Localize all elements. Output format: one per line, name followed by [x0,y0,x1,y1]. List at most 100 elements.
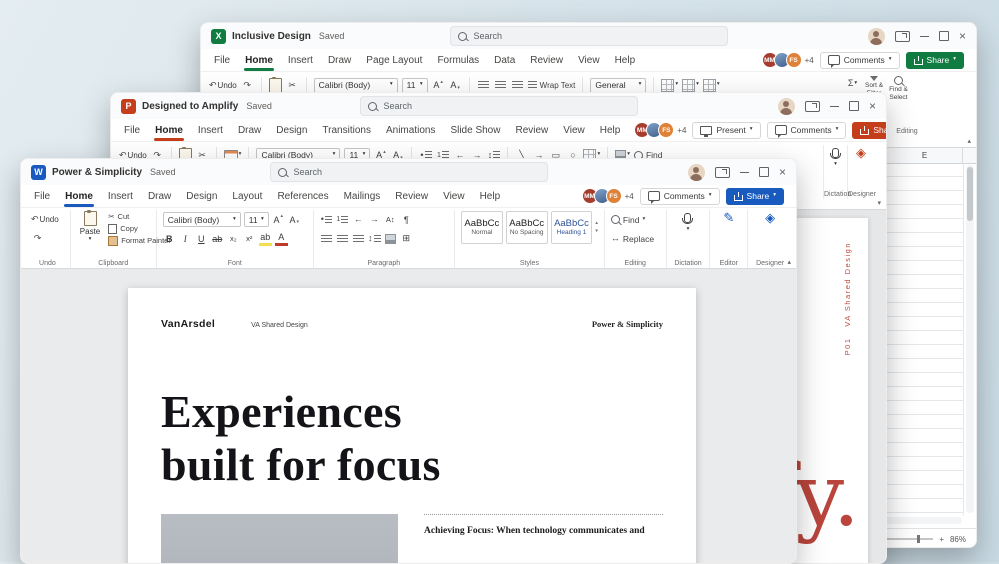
style-heading-1[interactable]: AaBbCc Heading 1 [550,211,593,244]
redo-button[interactable]: ↷ [31,231,44,246]
collaborator-avatars[interactable]: MM FS +4 [581,188,634,204]
undo-button[interactable]: ↶ Undo [31,212,59,227]
meet-now-icon[interactable] [894,30,910,42]
align-right-button[interactable] [352,231,365,246]
collapse-ribbon-button[interactable]: ▴ [787,258,791,266]
account-avatar[interactable] [867,27,885,45]
align-middle-button[interactable] [494,78,507,93]
wrap-text-button[interactable]: Wrap Text [527,80,575,91]
tab-insert[interactable]: Insert [107,188,134,205]
excel-search-input[interactable] [471,30,720,42]
dictate-button[interactable]: ▾ [830,146,841,168]
tab-review[interactable]: Review [514,122,549,139]
comments-button[interactable]: Comments ▾ [766,121,847,139]
paste-button[interactable] [268,76,282,93]
collaborator-avatars[interactable]: MM FS +4 [761,52,814,68]
tab-review[interactable]: Review [394,188,429,205]
increase-indent-button[interactable]: → [368,212,381,227]
close-button[interactable]: × [959,30,966,42]
tab-help[interactable]: Help [479,188,502,205]
account-avatar[interactable] [687,163,705,181]
close-button[interactable]: × [779,166,786,178]
minimize-button[interactable] [739,171,749,173]
dictate-button[interactable]: ▾ [682,211,694,233]
shrink-font-button[interactable]: A▾ [288,212,301,227]
align-left-button[interactable] [320,231,333,246]
tab-formulas[interactable]: Formulas [436,52,480,69]
account-avatar[interactable] [777,97,795,115]
tab-file[interactable]: File [213,52,231,69]
tab-draw[interactable]: Draw [237,122,262,139]
conditional-formatting-button[interactable]: ▾ [661,78,678,93]
cut-button[interactable]: ✂ [286,78,299,93]
shading-button[interactable] [384,231,397,246]
tab-animations[interactable]: Animations [385,122,436,139]
word-search-input[interactable] [291,166,540,178]
tab-slide-show[interactable]: Slide Show [449,122,501,139]
align-top-button[interactable] [477,78,490,93]
avatar[interactable]: FS [785,52,802,68]
maximize-button[interactable] [848,101,859,111]
tab-insert[interactable]: Insert [287,52,314,69]
meet-now-icon[interactable] [804,100,820,112]
font-size-select[interactable]: 11 ▾ [243,212,269,227]
minimize-button[interactable] [829,105,839,107]
styles-scroll-up[interactable]: ▴ [595,221,598,226]
tab-draw[interactable]: Draw [147,188,172,205]
maximize-button[interactable] [758,167,769,177]
tab-layout[interactable]: Layout [231,188,263,205]
style-normal[interactable]: AaBbCc Normal [460,211,503,244]
sort-button[interactable]: A↕ [384,212,397,227]
scrollbar-thumb[interactable] [967,167,973,221]
zoom-in-button[interactable]: + [939,535,944,544]
tab-design[interactable]: Design [275,122,308,139]
zoom-level[interactable]: 86% [950,535,966,544]
tab-view[interactable]: View [442,188,466,205]
avatar-overflow-count[interactable]: +4 [625,192,634,201]
tab-review[interactable]: Review [529,52,564,69]
document-page[interactable]: VanArsdel VA Shared Design Power & Simpl… [128,288,696,563]
powerpoint-titlebar[interactable]: P Designed to Amplify Saved × [111,93,886,119]
avatar[interactable]: FS [658,122,675,138]
editor-button[interactable]: ✎ [723,211,734,224]
numbering-button[interactable]: 1 [336,212,349,227]
tab-references[interactable]: References [276,188,329,205]
tab-file[interactable]: File [123,122,141,139]
tab-home[interactable]: Home [244,52,274,71]
font-color-button[interactable]: A [274,231,288,246]
designer-button[interactable]: ◈ [856,146,866,159]
word-search-box[interactable] [269,162,548,182]
style-no-spacing[interactable]: AaBbCc No Spacing [505,211,548,244]
present-button[interactable]: Present ▾ [692,121,761,139]
share-button[interactable]: Share▾ [725,187,784,205]
collapse-ribbon-button[interactable]: ▾ [877,199,881,207]
grow-font-button[interactable]: A ▴ [272,212,285,227]
tab-view[interactable]: View [562,122,586,139]
cell-styles-button[interactable]: ▾ [702,78,720,93]
tab-transitions[interactable]: Transitions [321,122,372,139]
bullets-button[interactable]: • [320,212,333,227]
excel-search-box[interactable] [449,26,728,46]
tab-help[interactable]: Help [614,52,637,69]
tab-mailings[interactable]: Mailings [343,188,382,205]
underline-button[interactable]: U [195,231,208,246]
tab-home[interactable]: Home [64,188,94,207]
collapse-ribbon-button[interactable]: ▴ [967,137,971,145]
tab-view[interactable]: View [577,52,601,69]
undo-button[interactable]: ↶ Undo [209,78,237,93]
bold-button[interactable]: B [163,231,176,246]
styles-scroll-down[interactable]: ▾ [595,229,598,234]
powerpoint-search-input[interactable] [381,100,630,112]
avatar-overflow-count[interactable]: +4 [677,126,686,135]
tab-insert[interactable]: Insert [197,122,224,139]
vertical-scrollbar[interactable] [966,165,974,513]
close-button[interactable]: × [869,100,876,112]
shrink-font-button[interactable]: A▾ [449,78,462,93]
powerpoint-search-box[interactable] [359,96,638,116]
word-titlebar[interactable]: W Power & Simplicity Saved × [21,159,796,185]
avatar-overflow-count[interactable]: +4 [805,56,814,65]
find-button[interactable]: Find ▾ [610,213,645,227]
font-name-select[interactable]: Calibri (Body) ▾ [162,212,241,227]
designer-button[interactable]: ◈ [765,211,775,224]
minimize-button[interactable] [919,35,929,37]
